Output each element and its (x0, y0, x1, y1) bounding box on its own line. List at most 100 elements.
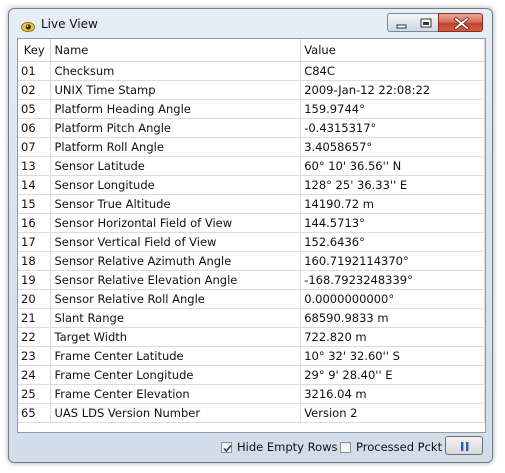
cell-name: UNIX Time Stamp (50, 80, 302, 100)
table-row[interactable]: 65 UAS LDS Version Number Version 2 (18, 403, 485, 423)
cell-value: 0.0000000000° (300, 289, 485, 309)
cell-value: 14190.72 m (300, 194, 485, 214)
cell-name: Sensor Latitude (50, 156, 302, 176)
hide-empty-rows-label: Hide Empty Rows (237, 440, 338, 454)
title-bar[interactable]: Live View (9, 9, 492, 37)
cell-key: 65 (18, 403, 52, 423)
cell-key: 17 (18, 232, 52, 252)
column-header-key[interactable]: Key (18, 39, 52, 62)
cell-key: 16 (18, 213, 52, 233)
table-row[interactable]: 21 Slant Range 68590.9833 m (18, 308, 485, 328)
cell-key: 18 (18, 251, 52, 271)
table-row[interactable]: 06 Platform Pitch Angle -0.4315317° (18, 118, 485, 138)
maximize-button[interactable] (413, 13, 439, 32)
cell-name: Sensor Relative Roll Angle (50, 289, 302, 309)
table-row[interactable]: 14 Sensor Longitude 128° 25' 36.33'' E (18, 175, 485, 195)
minimize-button[interactable] (387, 13, 414, 32)
cell-name: Platform Roll Angle (50, 137, 302, 157)
cell-value: 159.9744° (300, 99, 485, 119)
cell-name: Frame Center Longitude (50, 365, 302, 385)
processed-pckt-checkbox[interactable]: Processed Pckt (340, 439, 442, 455)
cell-value: 60° 10' 36.56'' N (300, 156, 485, 176)
window-title: Live View (41, 17, 98, 31)
data-grid-container: Key Name Value 01 Checksum C84C 02 UNIX Time… (17, 38, 486, 433)
cell-value: Version 2 (300, 403, 485, 423)
cell-name: Sensor Relative Elevation Angle (50, 270, 302, 290)
hide-empty-rows-box[interactable] (221, 441, 232, 453)
hide-empty-rows-checkbox[interactable]: Hide Empty Rows (221, 439, 338, 455)
pause-button[interactable] (445, 436, 483, 455)
processed-pckt-box[interactable] (340, 441, 351, 453)
table-row[interactable]: 24 Frame Center Longitude 29° 9' 28.40'' E (18, 365, 485, 385)
cell-name: Sensor Relative Azimuth Angle (50, 251, 302, 271)
cell-value: 68590.9833 m (300, 308, 485, 328)
cell-value: 2009-Jan-12 22:08:22 (300, 80, 485, 100)
table-row[interactable]: 17 Sensor Vertical Field of View 152.6436° (18, 232, 485, 252)
cell-name: Sensor Horizontal Field of View (50, 213, 302, 233)
cell-key: 01 (18, 61, 52, 81)
table-row[interactable]: 07 Platform Roll Angle 3.4058657° (18, 137, 485, 157)
pause-icon (461, 442, 469, 451)
cell-key: 19 (18, 270, 52, 290)
cell-key: 25 (18, 384, 52, 404)
cell-name: UAS LDS Version Number (50, 403, 302, 423)
table-row[interactable]: 18 Sensor Relative Azimuth Angle 160.71921… (18, 251, 485, 271)
cell-name: Slant Range (50, 308, 302, 328)
cell-value: -168.7923248339° (300, 270, 485, 290)
cell-name: Platform Heading Angle (50, 99, 302, 119)
cell-key: 22 (18, 327, 52, 347)
cell-key: 13 (18, 156, 52, 176)
column-header-name[interactable]: Name (50, 39, 302, 62)
table-row[interactable]: 13 Sensor Latitude 60° 10' 36.56'' N (18, 156, 485, 176)
cell-name: Sensor Vertical Field of View (50, 232, 302, 252)
cell-key: 06 (18, 118, 52, 138)
cell-value: 29° 9' 28.40'' E (300, 365, 485, 385)
cell-value: 144.5713° (300, 213, 485, 233)
table-row[interactable]: 15 Sensor True Altitude 14190.72 m (18, 194, 485, 214)
checkmark-icon (223, 444, 232, 452)
cell-key: 20 (18, 289, 52, 309)
cell-key: 05 (18, 99, 52, 119)
table-row[interactable]: 05 Platform Heading Angle 159.9744° (18, 99, 485, 119)
table-row[interactable]: 01 Checksum C84C (18, 61, 485, 81)
table-row[interactable]: 02 UNIX Time Stamp 2009-Jan-12 22:08:22 (18, 80, 485, 100)
table-row[interactable]: 25 Frame Center Elevation 3216.04 m (18, 384, 485, 404)
cell-key: 24 (18, 365, 52, 385)
table-row[interactable]: 23 Frame Center Latitude 10° 32' 32.60'' S (18, 346, 485, 366)
table-row[interactable]: 16 Sensor Horizontal Field of View 144.571… (18, 213, 485, 233)
column-header-value[interactable]: Value (300, 39, 485, 62)
cell-key: 02 (18, 80, 52, 100)
cell-key: 15 (18, 194, 52, 214)
cell-value: 152.6436° (300, 232, 485, 252)
footer-bar: Hide Empty Rows Processed Pckt (17, 434, 486, 458)
cell-name: Frame Center Elevation (50, 384, 302, 404)
grid-body: 01 Checksum C84C 02 UNIX Time Stamp 2009-Jan-… (18, 61, 485, 423)
cell-key: 07 (18, 137, 52, 157)
cell-value: 128° 25' 36.33'' E (300, 175, 485, 195)
table-row[interactable]: 22 Target Width 722.820 m (18, 327, 485, 347)
table-row[interactable]: 20 Sensor Relative Roll Angle 0.0000000000… (18, 289, 485, 309)
close-button[interactable] (438, 13, 483, 32)
cell-key: 14 (18, 175, 52, 195)
live-view-window: Live View Key Name Value 01 Checksum C84… (8, 8, 493, 463)
cell-value: 160.7192114370° (300, 251, 485, 271)
minimize-icon (396, 24, 407, 29)
grid-header-row: Key Name Value (18, 39, 485, 62)
cell-name: Platform Pitch Angle (50, 118, 302, 138)
klv-data-grid: Key Name Value 01 Checksum C84C 02 UNIX Time… (18, 39, 485, 423)
table-row[interactable]: 19 Sensor Relative Elevation Angle -168.79… (18, 270, 485, 290)
cell-value: C84C (300, 61, 485, 81)
close-icon (454, 17, 469, 30)
cell-name: Target Width (50, 327, 302, 347)
cell-key: 23 (18, 346, 52, 366)
processed-pckt-label: Processed Pckt (356, 440, 443, 454)
cell-name: Checksum (50, 61, 302, 81)
cell-value: -0.4315317° (300, 118, 485, 138)
cell-name: Sensor Longitude (50, 175, 302, 195)
maximize-icon (420, 18, 432, 28)
cell-name: Frame Center Latitude (50, 346, 302, 366)
cell-key: 21 (18, 308, 52, 328)
cell-value: 10° 32' 32.60'' S (300, 346, 485, 366)
cell-value: 722.820 m (300, 327, 485, 347)
app-eye-icon (21, 18, 35, 32)
